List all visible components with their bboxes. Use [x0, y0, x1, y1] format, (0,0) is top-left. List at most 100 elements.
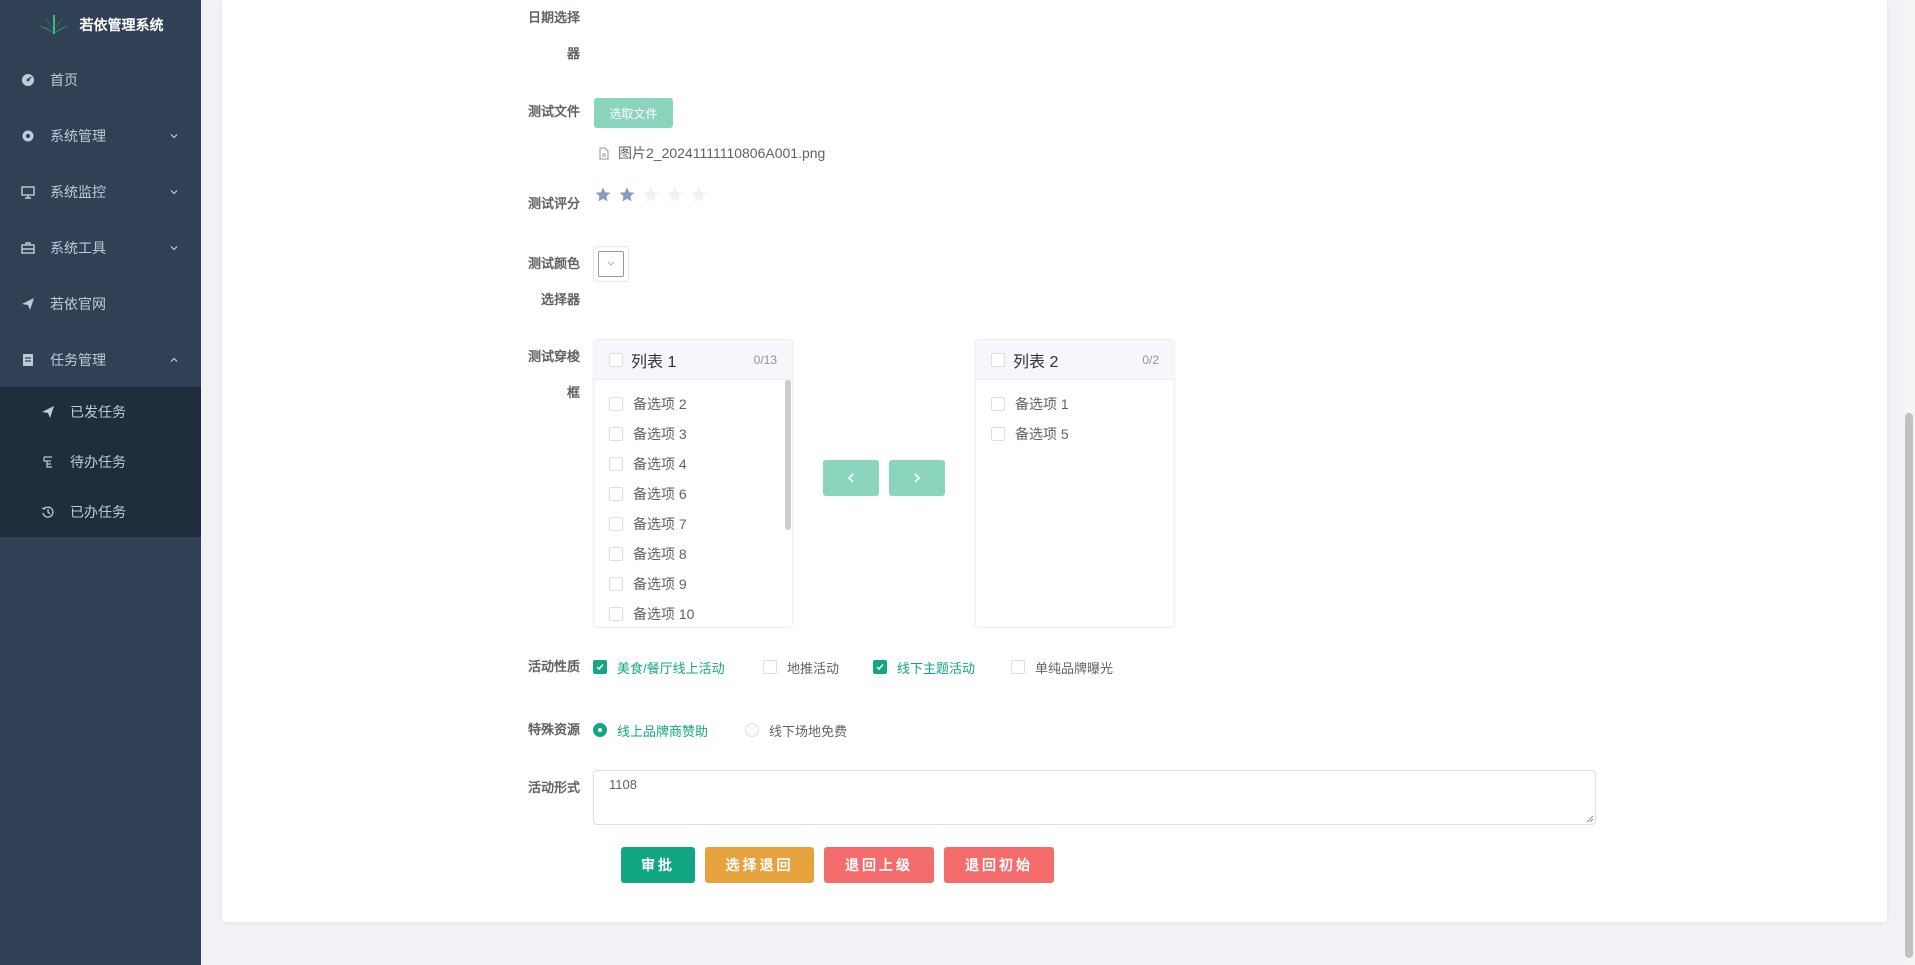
- special-resource-option[interactable]: 线下场地免费: [745, 722, 847, 739]
- resize-grip-icon[interactable]: [1586, 815, 1594, 823]
- transfer-list-item[interactable]: 备选项 8: [609, 539, 687, 569]
- activity-nature-option[interactable]: 线下主题活动: [873, 659, 975, 676]
- color-swatch: [598, 251, 624, 277]
- item-checkbox[interactable]: [609, 487, 623, 501]
- page-scrollbar-thumb[interactable]: [1905, 413, 1913, 958]
- activity-form-label: 活动形式: [527, 780, 580, 795]
- sidebar-item-label: 任务管理: [50, 352, 106, 368]
- transfer-item-label: 备选项 5: [1015, 426, 1069, 442]
- chevron-right-icon: [914, 473, 921, 483]
- rating[interactable]: [594, 186, 708, 204]
- transfer-list-item[interactable]: 备选项 10: [609, 599, 695, 627]
- transfer-list-item[interactable]: 备选项 6: [609, 479, 687, 509]
- item-checkbox[interactable]: [609, 607, 623, 621]
- dashboard-icon: [20, 72, 36, 88]
- app-title: 若依管理系统: [79, 17, 164, 33]
- transfer-list-item[interactable]: 备选项 9: [609, 569, 687, 599]
- sidebar-item-done-tasks[interactable]: 已办任务: [0, 487, 201, 537]
- sidebar-item-system-tools[interactable]: 系统工具: [0, 220, 201, 276]
- transfer-panel-count: 0/2: [1142, 352, 1159, 367]
- transfer-to-right-button[interactable]: [889, 460, 945, 496]
- sidebar-item-label: 待办任务: [70, 454, 126, 470]
- sidebar-item-label: 系统监控: [50, 184, 106, 200]
- transfer-list-item[interactable]: 备选项 5: [991, 419, 1069, 449]
- item-checkbox[interactable]: [609, 547, 623, 561]
- uploaded-file-item[interactable]: 图片2_20241111110806A001.png: [598, 143, 825, 163]
- transfer-list-right: 备选项 1 备选项 5: [976, 380, 1174, 627]
- return-initial-button[interactable]: 退回初始: [944, 847, 1054, 883]
- select-all-checkbox[interactable]: [609, 352, 623, 367]
- checkbox-checked[interactable]: [593, 660, 607, 674]
- transfer-to-left-button[interactable]: [823, 460, 879, 496]
- transfer-panel-right: 列表 2 0/2 备选项 1 备选项 5: [975, 339, 1175, 628]
- transfer-list-item[interactable]: 备选项 2: [609, 389, 687, 419]
- checkbox[interactable]: [763, 660, 777, 674]
- transfer-item-label: 备选项 2: [633, 396, 687, 412]
- transfer-item-label: 备选项 7: [633, 516, 687, 532]
- activity-nature-option[interactable]: 单纯品牌曝光: [1011, 659, 1113, 676]
- transfer-scrollbar[interactable]: [785, 380, 791, 530]
- item-checkbox[interactable]: [609, 457, 623, 471]
- sidebar-item-sent-tasks[interactable]: 已发任务: [0, 387, 201, 437]
- date-picker-label: 日期选择 器: [527, 10, 580, 61]
- history-icon: [40, 504, 56, 520]
- transfer-item-label: 备选项 10: [633, 606, 695, 622]
- star-empty-icon[interactable]: [642, 186, 660, 204]
- approve-button[interactable]: 审批: [621, 847, 695, 883]
- item-checkbox[interactable]: [609, 397, 623, 411]
- sidebar-logo[interactable]: 若依管理系统: [0, 0, 201, 50]
- transfer-panel-header: 列表 1 0/13: [594, 340, 792, 380]
- chevron-down-icon: [170, 134, 178, 139]
- activity-nature-option[interactable]: 美食/餐厅线上活动: [593, 659, 725, 676]
- sidebar-item-task-management[interactable]: 任务管理: [0, 332, 201, 388]
- sidebar-item-system-monitor[interactable]: 系统监控: [0, 164, 201, 220]
- item-checkbox[interactable]: [991, 427, 1005, 441]
- gear-icon: [20, 128, 36, 144]
- sidebar-item-ruoyi-website[interactable]: 若依官网: [0, 276, 201, 332]
- sidebar-item-todo-tasks[interactable]: 待办任务: [0, 437, 201, 487]
- select-return-button[interactable]: 选择退回: [705, 847, 814, 883]
- transfer-panel-title: 列表 1: [631, 353, 677, 371]
- todo-icon: [40, 454, 56, 470]
- chevron-left-icon: [847, 473, 854, 483]
- transfer-list-item[interactable]: 备选项 4: [609, 449, 687, 479]
- ruoyi-logo-icon: [38, 14, 69, 35]
- toolbox-icon: [20, 240, 36, 256]
- item-checkbox[interactable]: [609, 427, 623, 441]
- activity-form-textarea[interactable]: [593, 770, 1596, 825]
- special-resource-option[interactable]: 线上品牌商赞助: [593, 722, 708, 739]
- monitor-icon: [20, 184, 36, 200]
- item-checkbox[interactable]: [609, 577, 623, 591]
- transfer-list-item[interactable]: 备选项 7: [609, 509, 687, 539]
- checkbox-checked[interactable]: [873, 660, 887, 674]
- activity-nature-option[interactable]: 地推活动: [763, 659, 839, 676]
- transfer-list-item[interactable]: 备选项 3: [609, 419, 687, 449]
- radio[interactable]: [745, 723, 759, 737]
- color-picker[interactable]: [593, 246, 629, 282]
- checkbox-label: 美食/餐厅线上活动: [617, 660, 725, 676]
- item-checkbox[interactable]: [609, 517, 623, 531]
- transfer-item-label: 备选项 9: [633, 576, 687, 592]
- select-all-checkbox[interactable]: [991, 352, 1005, 367]
- radio-selected[interactable]: [593, 723, 607, 737]
- checkbox[interactable]: [1011, 660, 1025, 674]
- star-empty-icon[interactable]: [690, 186, 708, 204]
- select-file-button[interactable]: 选取文件: [594, 98, 673, 128]
- transfer-label: 测试穿梭 框: [527, 349, 580, 400]
- sidebar-item-label: 系统管理: [50, 128, 106, 144]
- sidebar-item-system-management[interactable]: 系统管理: [0, 108, 201, 164]
- color-picker-label: 测试颜色 选择器: [527, 256, 580, 307]
- chevron-down-icon: [170, 190, 178, 195]
- item-checkbox[interactable]: [991, 397, 1005, 411]
- star-empty-icon[interactable]: [666, 186, 684, 204]
- submenu-task-management: 已发任务 待办任务 已办任务: [0, 387, 201, 537]
- transfer-item-label: 备选项 4: [633, 456, 687, 472]
- transfer-list-item[interactable]: 备选项 1: [991, 389, 1069, 419]
- sidebar-item-home[interactable]: 首页: [0, 52, 201, 108]
- sidebar-item-label: 首页: [50, 72, 78, 88]
- transfer-item-label: 备选项 3: [633, 426, 687, 442]
- star-filled-icon[interactable]: [618, 186, 636, 204]
- file-label: 测试文件: [527, 104, 580, 119]
- return-previous-button[interactable]: 退回上级: [824, 847, 934, 883]
- star-filled-icon[interactable]: [594, 186, 612, 204]
